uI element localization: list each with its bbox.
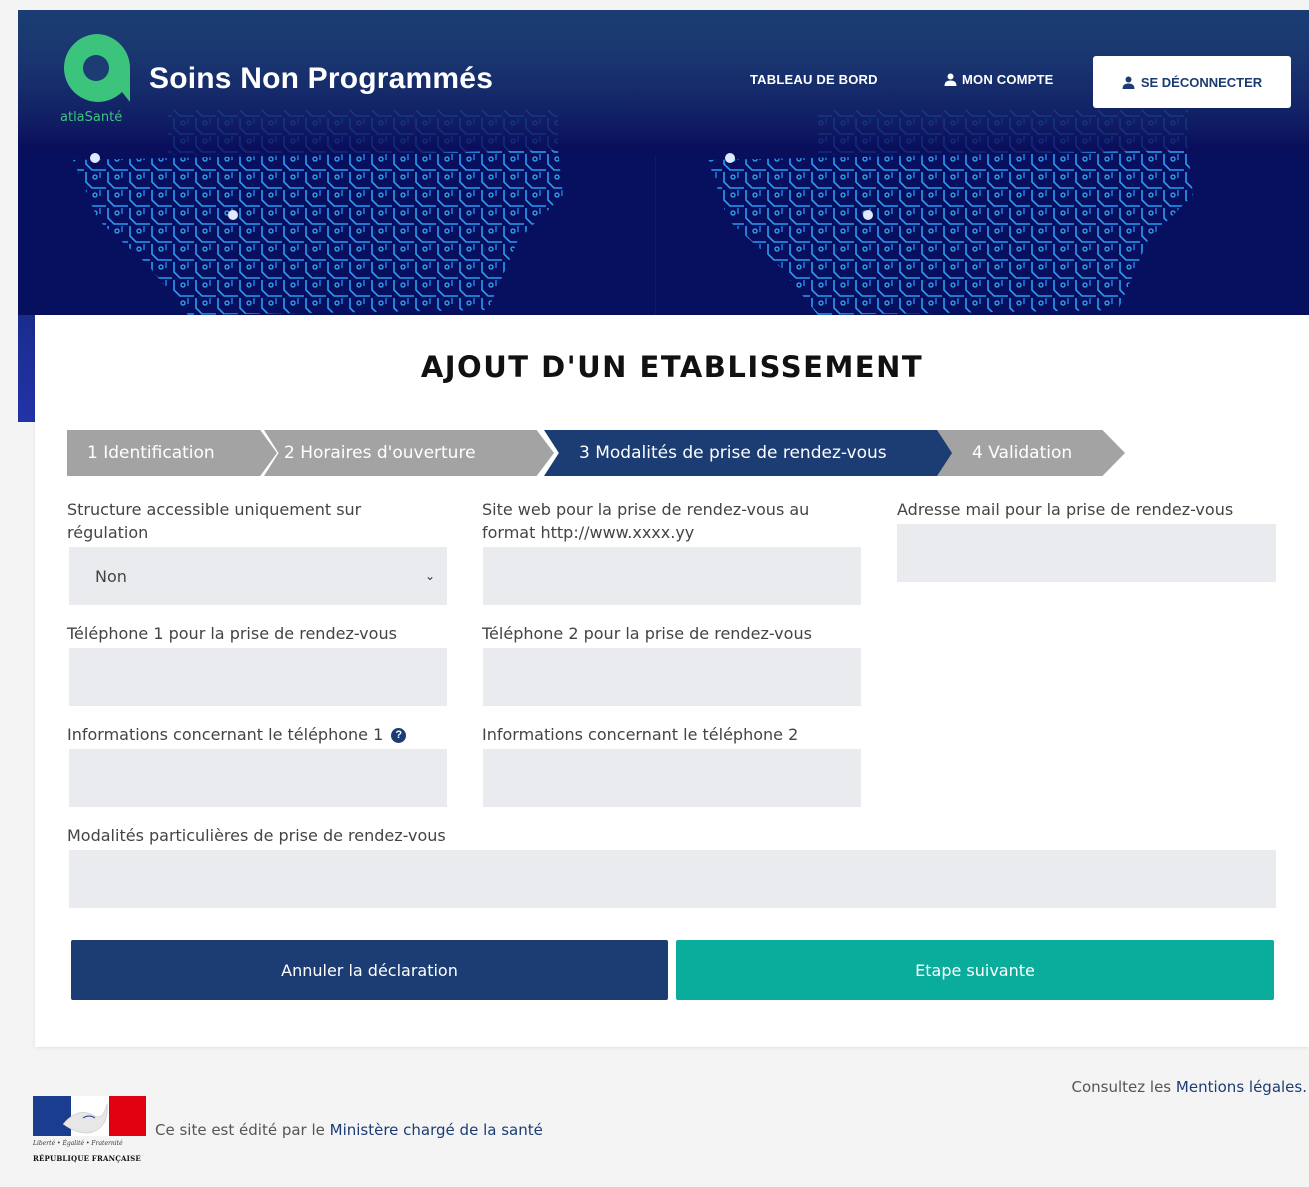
phone2-info-label: Informations concernant le téléphone 2 <box>482 725 799 744</box>
logo-text: atlaSanté <box>60 110 123 125</box>
logout-label: SE DÉCONNECTER <box>1140 74 1263 90</box>
logout-button[interactable]: SE DÉCONNECTER <box>1093 56 1291 108</box>
chevron-down-icon: ⌄ <box>424 569 435 583</box>
legal-mentions-link[interactable]: Mentions légales. <box>1176 1078 1307 1096</box>
phone1-info-label-row: Informations concernant le téléphone 1? <box>67 723 407 746</box>
step-modalites[interactable]: 3 Modalités de prise de rendez-vous <box>544 430 969 476</box>
nav-account-label: MON COMPTE <box>962 72 1054 87</box>
rf-name: RÉPUBLIQUE FRANÇAISE <box>33 1154 141 1163</box>
step-validation[interactable]: 4 Validation <box>937 430 1125 476</box>
app-title: Soins Non Programmés <box>149 62 494 95</box>
website-label: Site web pour la prise de rendez-vous au… <box>482 500 810 542</box>
user-icon <box>1122 76 1135 89</box>
nav-dashboard-link[interactable]: TABLEAU DE BORD <box>750 72 878 87</box>
nav-account-link[interactable]: MON COMPTE <box>944 72 1054 87</box>
website-input[interactable] <box>483 547 861 605</box>
stepper: 1 Identification 2 Horaires d'ouverture … <box>67 430 1127 476</box>
step-label: 3 Modalités de prise de rendez-vous <box>579 443 887 463</box>
phone2-info-input[interactable] <box>483 749 861 807</box>
atlasante-logo-icon <box>63 34 130 102</box>
page-title: AJOUT D'UN ETABLISSEMENT <box>420 350 924 384</box>
form-card: AJOUT D'UN ETABLISSEMENT 1 Identificatio… <box>35 315 1309 1047</box>
cancel-declaration-label: Annuler la déclaration <box>281 960 458 980</box>
editor-prefix: Ce site est édité par le <box>155 1121 330 1139</box>
phone1-info-input[interactable] <box>69 749 447 807</box>
regulation-select-value: Non <box>95 566 127 586</box>
step-label: 2 Horaires d'ouverture <box>284 443 476 463</box>
regulation-select[interactable]: Non ⌄ <box>69 547 447 605</box>
editor-notice: Ce site est édité par le Ministère charg… <box>155 1121 543 1139</box>
legal-notice: Consultez les Mentions légales. <box>1072 1078 1307 1096</box>
nav-dashboard-label: TABLEAU DE BORD <box>750 72 878 87</box>
cancel-declaration-button[interactable]: Annuler la déclaration <box>71 940 668 1000</box>
ministry-link[interactable]: Ministère chargé de la santé <box>330 1121 543 1139</box>
step-label: 1 Identification <box>87 443 215 463</box>
rf-motto: Liberté • Égalité • Fraternité <box>33 1140 123 1147</box>
step-label: 4 Validation <box>972 443 1073 463</box>
step-horaires[interactable]: 2 Horaires d'ouverture <box>264 430 554 476</box>
email-label: Adresse mail pour la prise de rendez-vou… <box>897 500 1234 519</box>
step-identification[interactable]: 1 Identification <box>67 430 277 476</box>
regulation-label: Structure accessible uniquement sur régu… <box>67 500 362 542</box>
phone1-info-label: Informations concernant le téléphone 1 <box>67 725 384 744</box>
phone2-label: Téléphone 2 pour la prise de rendez-vous <box>482 624 812 643</box>
next-step-label: Etape suivante <box>915 960 1035 980</box>
special-modalities-label: Modalités particulières de prise de rend… <box>67 826 446 845</box>
special-modalities-input[interactable] <box>69 850 1276 908</box>
legal-prefix: Consultez les <box>1071 1078 1176 1096</box>
next-step-button[interactable]: Etape suivante <box>676 940 1274 1000</box>
user-icon <box>944 73 957 86</box>
help-icon[interactable]: ? <box>391 728 407 743</box>
phone1-label: Téléphone 1 pour la prise de rendez-vous <box>67 624 397 643</box>
phone2-input[interactable] <box>483 648 861 706</box>
email-input[interactable] <box>897 524 1276 582</box>
phone1-input[interactable] <box>69 648 447 706</box>
